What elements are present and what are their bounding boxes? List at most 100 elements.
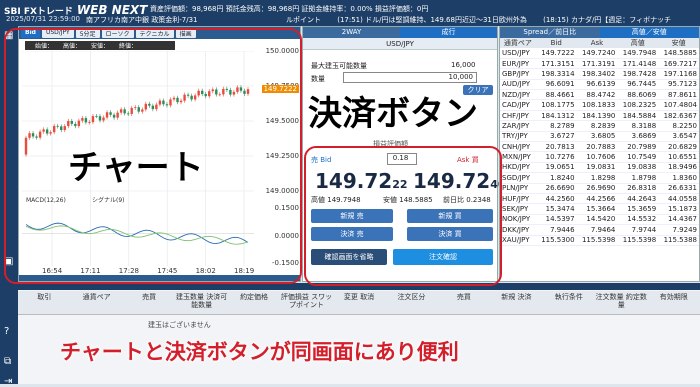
rate-pair: CNH/JPY <box>500 141 536 153</box>
rate-row[interactable]: CHF/JPY 184.1312 184.1390 184.5884 182.6367 <box>500 110 699 122</box>
rate-value: 15.1873 <box>658 203 699 215</box>
rate-value: 7.9464 <box>576 224 618 236</box>
rate-value: 184.1312 <box>535 110 577 122</box>
rate-row[interactable]: CAD/JPY 108.1775 108.1833 108.2325 107.4804 <box>500 99 699 111</box>
rate-pair: HKD/JPY <box>500 162 536 174</box>
positions-column-header: 売買 <box>142 293 157 301</box>
rate-value: 20.7989 <box>617 141 659 153</box>
current-datetime: 2025/07/31 23:59:00 <box>6 15 81 23</box>
rate-row[interactable]: PLN/JPY 26.6690 26.9690 26.8318 26.6331 <box>500 183 699 194</box>
rate-pair: NOK/JPY <box>500 214 536 226</box>
rate-row[interactable]: DKK/JPY 7.9446 7.9464 7.9744 7.9249 <box>500 224 699 236</box>
rate-row[interactable]: MXN/JPY 10.7276 10.7606 10.7549 10.6551 <box>500 151 699 163</box>
news-ticker[interactable]: ルポイント (17:51) ドル/円は堅調維持、149.68円近辺〜31日欧州外… <box>286 15 700 25</box>
rate-row[interactable]: ZAR/JPY 8.2789 8.2839 8.3188 8.2250 <box>500 120 699 132</box>
rate-value: 44.2643 <box>617 193 659 205</box>
rate-pair: USD/JPY <box>500 48 536 59</box>
rate-value: 171.4148 <box>617 58 659 70</box>
rate-value: 8.3188 <box>617 120 659 132</box>
news-item[interactable]: ルポイント <box>286 16 321 24</box>
rate-pair: CHF/JPY <box>500 110 536 122</box>
rate-row[interactable]: HKD/JPY 19.0651 19.0831 19.0838 18.9496 <box>500 162 699 174</box>
rate-row[interactable]: HUF/JPY 44.2560 44.2566 44.2643 44.0558 <box>500 193 699 205</box>
positions-column-header: 執行条件 <box>554 293 583 301</box>
news-item[interactable]: (18:15) カナダ/円【週足：フィボナッチ <box>543 16 671 24</box>
rate-value: 10.7276 <box>535 151 577 163</box>
rate-pair: AUD/JPY <box>500 79 536 91</box>
rate-value: 44.2560 <box>535 193 577 205</box>
rate-value: 108.1775 <box>535 99 577 111</box>
rate-value: 14.5397 <box>535 214 577 226</box>
rate-value: 26.6331 <box>658 183 699 194</box>
col-ask: Ask <box>576 38 618 48</box>
max-qty-label: 最大建玉可能数量 <box>311 62 367 70</box>
qty-input[interactable]: 10,000 <box>343 72 477 83</box>
rate-pair: ZAR/JPY <box>500 120 536 132</box>
order-callout: 決済ボタン <box>308 94 478 134</box>
logout-icon[interactable]: ⇥ <box>4 376 12 387</box>
positions-panel: 取引 通貨ペア 売買 建玉数量 決済可能数量 約定価格 評価損益 スワップポイント 変更 取… <box>18 283 700 384</box>
rate-value: 95.7123 <box>658 79 699 91</box>
question-icon[interactable]: ? <box>4 326 9 337</box>
rate-row[interactable]: NZD/JPY 88.4661 88.4742 88.6069 87.8611 <box>500 89 699 101</box>
rate-value: 26.8318 <box>617 183 659 194</box>
tab-spread[interactable]: Spread／前日比 <box>500 27 600 38</box>
rate-value: 8.2839 <box>576 120 618 132</box>
top-header: SBI FXトレード WEB NEXT 資産評価額：98,968円 預託金残高：9… <box>0 0 700 26</box>
rate-value: 1.8798 <box>617 172 659 184</box>
rate-value: 96.6091 <box>535 79 577 91</box>
rate-pair: MXN/JPY <box>500 151 536 163</box>
rate-row[interactable]: SGD/JPY 1.8240 1.8298 1.8798 1.8360 <box>500 172 699 184</box>
order-pair[interactable]: USD/JPY <box>303 38 497 50</box>
tab-2way[interactable]: 2WAY <box>303 27 400 38</box>
rate-value: 20.7813 <box>535 141 577 153</box>
assets-summary: 資産評価額：98,968円 預託金残高：98,968円 証拠金維持率：0.00%… <box>150 5 429 13</box>
rate-row[interactable]: NOK/JPY 14.5397 14.5420 14.5532 14.4367 <box>500 214 699 226</box>
rate-value: 1.8360 <box>658 172 699 184</box>
window-icon[interactable]: ⧉ <box>4 356 11 367</box>
positions-column-header: 変更 取消 <box>343 293 375 301</box>
tab-high-low[interactable]: 高値／安値 <box>599 27 699 38</box>
positions-column-header: 注文数量 約定数量 <box>595 293 647 309</box>
rate-row[interactable]: USD/JPY 149.7222 149.7240 149.7948 148.5885 <box>500 48 699 59</box>
rate-value: 115.5398 <box>576 235 618 246</box>
chart-callout: チャート <box>68 148 204 188</box>
rate-value: 171.3191 <box>576 58 618 70</box>
rate-pair: DKK/JPY <box>500 224 536 236</box>
col-high: 高値 <box>617 38 659 48</box>
rate-value: 149.7222 <box>535 48 577 59</box>
rate-row[interactable]: GBP/JPY 198.3314 198.3402 198.7428 197.1168 <box>500 68 699 80</box>
rate-value: 44.0558 <box>658 193 699 205</box>
rate-value: 7.9446 <box>535 224 577 236</box>
rate-value: 3.6727 <box>535 131 577 143</box>
order-highlight <box>304 146 502 286</box>
rate-row[interactable]: EUR/JPY 171.3151 171.3191 171.4148 169.7217 <box>500 58 699 70</box>
rate-value: 149.7948 <box>617 48 659 59</box>
rate-value: 115.5398 <box>617 235 659 246</box>
rate-value: 198.3314 <box>535 68 577 80</box>
rate-value: 26.6690 <box>535 183 577 194</box>
announcement-text[interactable]: 南アフリカ南ア中銀 政策金利-7/31 <box>86 15 197 25</box>
rate-row[interactable]: XAU/JPY 115.5300 115.5398 115.5398 115.5388 <box>500 235 699 246</box>
rate-value: 15.3664 <box>576 203 618 215</box>
rate-pair: HUF/JPY <box>500 193 536 205</box>
rate-value: 184.5884 <box>617 110 659 122</box>
rate-row[interactable]: CNH/JPY 20.7813 20.7883 20.7989 20.6829 <box>500 141 699 153</box>
positions-column-header: 注文区分 <box>397 293 426 301</box>
rate-value: 169.7217 <box>658 58 699 70</box>
news-item[interactable]: (17:51) ドル/円は堅調維持、149.68円近辺〜31日欧州外為 <box>337 16 527 24</box>
rate-value: 15.3659 <box>617 203 659 215</box>
rate-value: 3.6547 <box>658 131 699 143</box>
rate-list-panel: Spread／前日比 高値／安値 通貨ペア Bid Ask 高値 安値 USD/… <box>499 26 700 282</box>
rate-row[interactable]: TRY/JPY 3.6727 3.6805 3.6869 3.6547 <box>500 131 699 143</box>
rate-value: 18.9496 <box>658 162 699 174</box>
rate-value: 184.1390 <box>576 110 618 122</box>
rate-row[interactable]: SEK/JPY 15.3474 15.3664 15.3659 15.1873 <box>500 203 699 215</box>
rate-row[interactable]: AUD/JPY 96.6091 96.6139 96.7445 95.7123 <box>500 79 699 91</box>
rate-value: 88.4742 <box>576 89 618 101</box>
qty-label: 数量 <box>311 75 325 83</box>
tab-market[interactable]: 成行 <box>400 27 497 38</box>
rate-value: 19.0831 <box>576 162 618 174</box>
positions-column-header: 売買 <box>456 293 471 301</box>
rate-value: 26.9690 <box>576 183 618 194</box>
